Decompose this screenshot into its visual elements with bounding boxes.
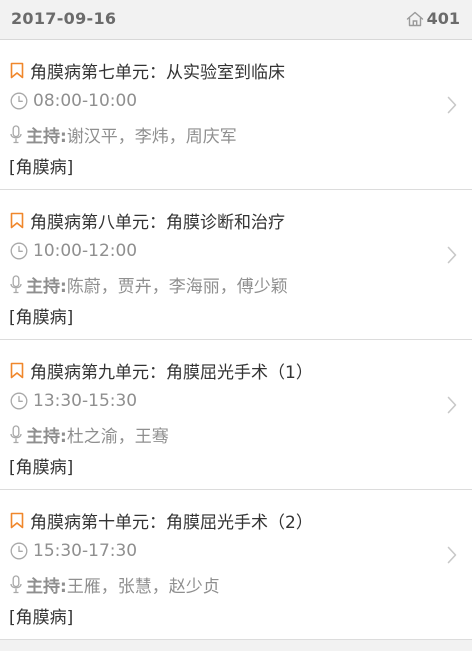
session-time: 08:00-10:00 (33, 91, 138, 111)
host-label: 主持: (26, 577, 67, 597)
session-host-row: 主持: 王雁，张慧，赵少贞 (10, 572, 220, 597)
session-category-tag: [角膜病] (9, 308, 74, 328)
host-names: 谢汉平，李炜，周庆军 (66, 127, 237, 147)
session-time: 15:30-17:30 (33, 541, 138, 561)
session-title: 角膜病第八单元：角膜诊断和治疗 (30, 213, 285, 233)
session-card[interactable]: 角膜病第十单元：角膜屈光手术（2） 15:30-17:30 主持: 王雁，张慧，… (0, 490, 472, 640)
bookmark-icon (10, 212, 24, 229)
chevron-right-icon[interactable] (447, 96, 457, 114)
session-host-row: 主持: 谢汉平，李炜，周庆军 (10, 122, 237, 147)
microphone-icon (10, 575, 22, 594)
bookmark-icon (10, 62, 24, 79)
session-title: 角膜病第十单元：角膜屈光手术（2） (30, 513, 313, 533)
session-time: 10:00-12:00 (33, 241, 138, 261)
chevron-right-icon[interactable] (447, 546, 457, 564)
session-time: 13:30-15:30 (33, 391, 138, 411)
session-host-row: 主持: 陈蔚，贾卉，李海丽，傅少颖 (10, 272, 288, 297)
session-title-row: 角膜病第八单元：角膜诊断和治疗 (10, 208, 285, 233)
session-category-tag: [角膜病] (9, 608, 74, 628)
host-names: 王雁，张慧，赵少贞 (66, 577, 220, 597)
session-category-tag: [角膜病] (9, 458, 74, 478)
session-list: 角膜病第七单元：从实验室到临床 08:00-10:00 主持: 谢汉平，李炜，周… (0, 40, 472, 640)
session-tag-row: [角膜病] (9, 453, 73, 478)
session-card[interactable]: 角膜病第八单元：角膜诊断和治疗 10:00-12:00 主持: 陈蔚，贾卉，李海… (0, 190, 472, 340)
microphone-icon (10, 275, 22, 294)
session-time-row: 13:30-15:30 (10, 391, 137, 411)
session-time-row: 08:00-10:00 (10, 91, 137, 111)
host-label: 主持: (26, 127, 67, 147)
session-time-row: 15:30-17:30 (10, 541, 137, 561)
home-icon (406, 11, 424, 27)
session-title-row: 角膜病第七单元：从实验室到临床 (10, 58, 285, 83)
session-tag-row: [角膜病] (9, 153, 73, 178)
host-names: 杜之渝，王骞 (66, 427, 169, 447)
microphone-icon (10, 425, 22, 444)
room-indicator: 401 (406, 9, 460, 28)
date-header: 2017-09-16 401 (0, 0, 472, 40)
session-tag-row: [角膜病] (9, 303, 73, 328)
clock-icon (10, 392, 28, 410)
microphone-icon (10, 125, 22, 144)
host-label: 主持: (26, 277, 67, 297)
chevron-right-icon[interactable] (447, 246, 457, 264)
clock-icon (10, 242, 28, 260)
clock-icon (10, 542, 28, 560)
room-number: 401 (426, 9, 460, 28)
session-card[interactable]: 角膜病第九单元：角膜屈光手术（1） 13:30-15:30 主持: 杜之渝，王骞… (0, 340, 472, 490)
session-tag-row: [角膜病] (9, 603, 73, 628)
session-title-row: 角膜病第十单元：角膜屈光手术（2） (10, 508, 313, 533)
header-date: 2017-09-16 (11, 9, 117, 28)
session-category-tag: [角膜病] (9, 158, 74, 178)
bookmark-icon (10, 512, 24, 529)
session-time-row: 10:00-12:00 (10, 241, 137, 261)
session-title: 角膜病第九单元：角膜屈光手术（1） (30, 363, 313, 383)
chevron-right-icon[interactable] (447, 396, 457, 414)
host-label: 主持: (26, 427, 67, 447)
bookmark-icon (10, 362, 24, 379)
session-host-row: 主持: 杜之渝，王骞 (10, 422, 169, 447)
clock-icon (10, 92, 28, 110)
session-title: 角膜病第七单元：从实验室到临床 (30, 63, 285, 83)
session-title-row: 角膜病第九单元：角膜屈光手术（1） (10, 358, 313, 383)
host-names: 陈蔚，贾卉，李海丽，傅少颖 (66, 277, 288, 297)
session-card[interactable]: 角膜病第七单元：从实验室到临床 08:00-10:00 主持: 谢汉平，李炜，周… (0, 40, 472, 190)
